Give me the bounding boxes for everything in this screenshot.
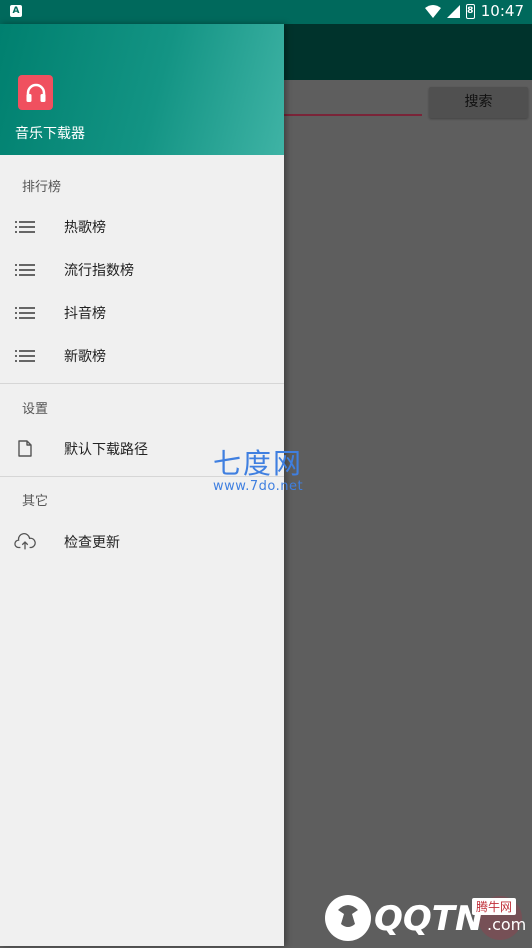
battery-level: 8 — [467, 6, 474, 16]
search-button[interactable]: 搜索 — [429, 87, 528, 118]
app-name: 音乐下载器 — [15, 126, 85, 142]
menu-label: 新歌榜 — [64, 348, 106, 365]
menu-label: 检查更新 — [64, 534, 120, 551]
menu-item-check-update[interactable]: 检查更新 — [0, 520, 284, 563]
menu-label: 热歌榜 — [64, 219, 106, 236]
section-title-other: 其它 — [22, 494, 49, 509]
drawer-header: 音乐下载器 — [0, 24, 284, 155]
status-bar: A 8 10:47 — [0, 0, 532, 24]
headphones-icon — [18, 75, 53, 110]
badge-brand: QQTN — [374, 899, 483, 939]
qqtn-logo-icon: QQTN .com 腾牛网 — [325, 895, 526, 941]
notification-icon: A — [10, 5, 22, 17]
file-icon — [14, 438, 36, 460]
watermark: 七度网 www.7do.net — [213, 449, 303, 495]
section-title-settings: 设置 — [22, 402, 49, 417]
menu-label: 默认下载路径 — [64, 441, 148, 458]
status-time: 10:47 — [480, 2, 524, 20]
section-title-charts: 排行榜 — [22, 180, 62, 195]
divider — [0, 383, 284, 384]
watermark-url: www.7do.net — [213, 479, 304, 494]
menu-item-new-songs[interactable]: 新歌榜 — [0, 334, 284, 377]
menu-item-douyin[interactable]: 抖音榜 — [0, 291, 284, 334]
list-icon — [14, 345, 36, 367]
menu-item-hot-songs[interactable]: 热歌榜 — [0, 205, 284, 248]
search-input[interactable] — [284, 114, 422, 116]
watermark-title: 七度网 — [213, 447, 304, 480]
signal-icon — [446, 4, 460, 18]
cloud-upload-icon — [14, 531, 36, 553]
menu-item-popular-index[interactable]: 流行指数榜 — [0, 248, 284, 291]
status-icons: 8 10:47 — [424, 2, 524, 20]
list-icon — [14, 259, 36, 281]
site-badge: QQTN .com 腾牛网 — [322, 888, 528, 944]
list-icon — [14, 302, 36, 324]
badge-tag: 腾牛网 — [476, 899, 512, 914]
wifi-icon — [424, 4, 441, 18]
list-icon — [14, 216, 36, 238]
menu-label: 流行指数榜 — [64, 262, 134, 279]
badge-suffix: .com — [487, 915, 526, 934]
menu-label: 抖音榜 — [64, 305, 106, 322]
battery-icon: 8 — [465, 3, 475, 19]
